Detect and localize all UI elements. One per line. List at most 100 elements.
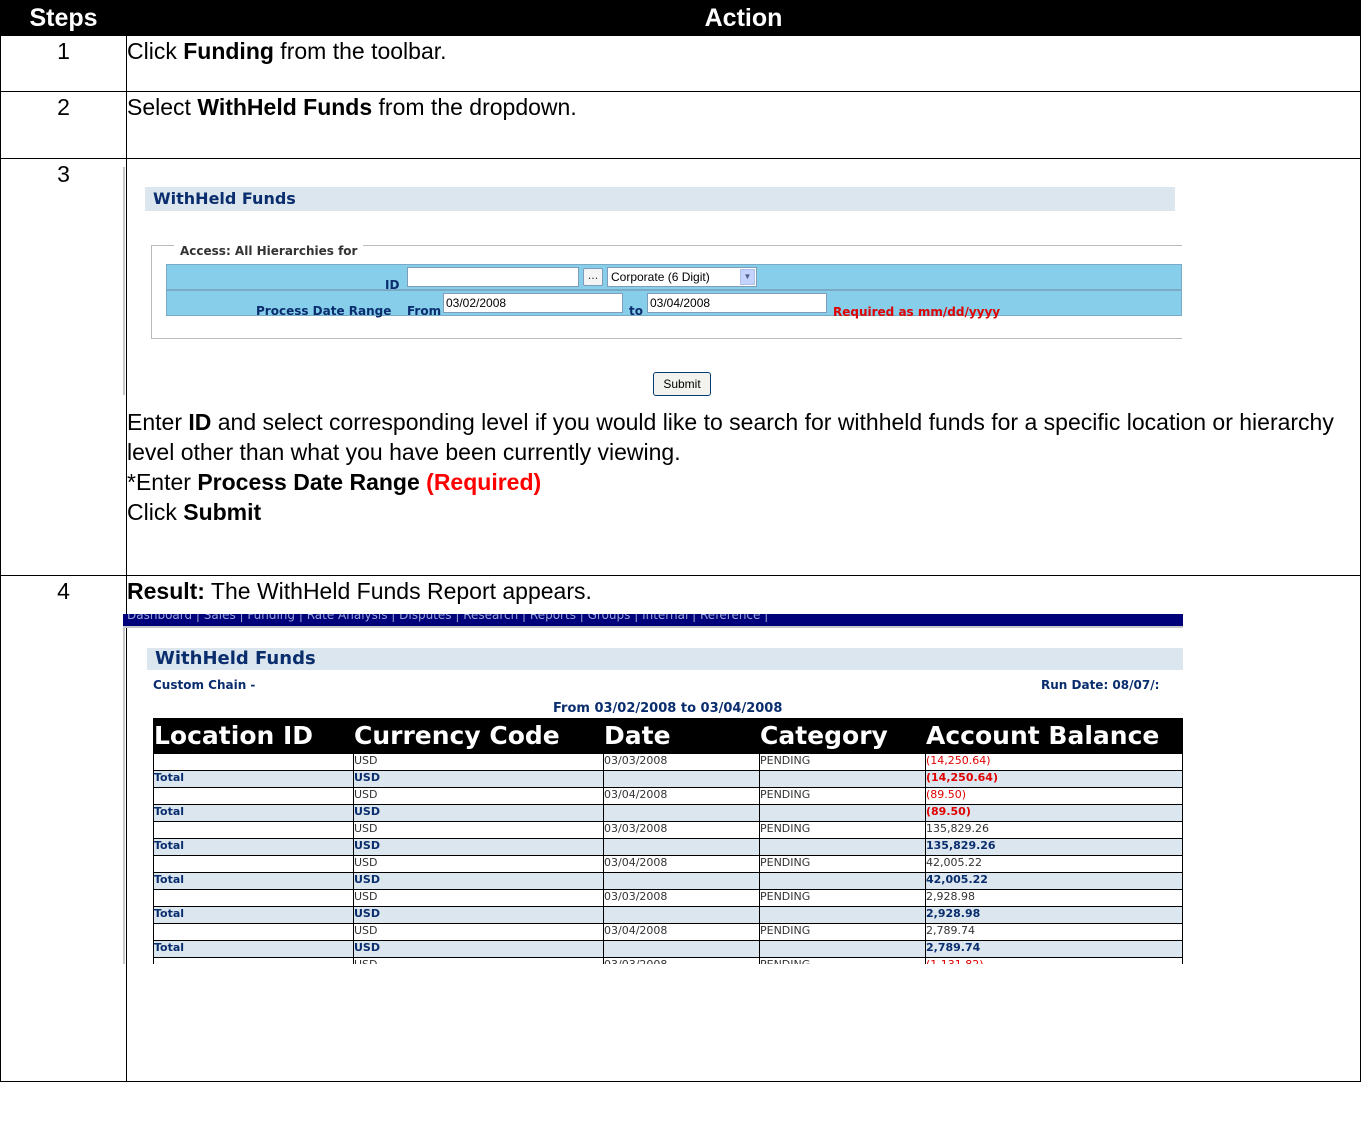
date-cell [603, 838, 760, 856]
category-cell [759, 804, 926, 822]
column-header: Category [759, 718, 926, 754]
location-id-cell: Total [153, 872, 354, 890]
instruction-keyword: ID [188, 409, 212, 435]
currency-cell: USD [353, 923, 604, 941]
currency-cell: USD [353, 787, 604, 805]
submit-button[interactable]: Submit [653, 372, 711, 396]
to-label: to [629, 304, 643, 318]
category-cell [759, 940, 926, 958]
date-cell: 03/04/2008 [603, 787, 760, 805]
withheld-funds-report-screenshot: Dashboard | Sales | Funding | Rate Analy… [123, 614, 1183, 964]
currency-cell: USD [353, 906, 604, 924]
category-cell: PENDING [759, 821, 926, 839]
balance-cell: 2,928.98 [925, 906, 1183, 924]
step3-instructions: Enter ID and select corresponding level … [127, 407, 1360, 531]
balance-cell: (89.50) [925, 804, 1183, 822]
step-action: Select WithHeld Funds from the dropdown. [126, 91, 1361, 159]
instruction-text: and select corresponding level if you wo… [127, 409, 1334, 465]
date-cell [603, 872, 760, 890]
step-number: 2 [0, 91, 127, 159]
instruction-text: Click [127, 499, 184, 525]
action-text: from the toolbar. [273, 38, 447, 64]
category-cell: PENDING [759, 957, 926, 964]
id-input[interactable] [407, 267, 579, 287]
location-id-cell [153, 787, 354, 805]
level-select-value: Corporate (6 Digit) [611, 270, 710, 284]
total-row: Total USD 42,005.22 [153, 872, 1183, 890]
currency-cell: USD [353, 804, 604, 822]
column-header: Currency Code [353, 718, 604, 754]
screen-title: WithHeld Funds [145, 187, 1175, 211]
action-keyword: Funding [183, 38, 274, 64]
currency-cell: USD [353, 770, 604, 788]
location-id-cell: Total [153, 906, 354, 924]
step-action: Click Funding from the toolbar. [126, 35, 1361, 92]
from-label: From [407, 304, 442, 318]
date-cell: 03/03/2008 [603, 889, 760, 907]
step-action: WithHeld Funds Access: All Hierarchies f… [123, 158, 1361, 576]
currency-cell: USD [353, 957, 604, 964]
currency-cell: USD [353, 838, 604, 856]
to-date-input[interactable]: 03/04/2008 [647, 293, 827, 313]
balance-cell: (89.50) [925, 787, 1183, 805]
instruction-keyword: Submit [183, 499, 262, 525]
instruction-keyword: Process Date Range [197, 469, 420, 495]
report-body: USD 03/03/2008 PENDING (14,250.64) Total USD(… [153, 753, 1183, 964]
category-cell [759, 838, 926, 856]
date-cell: 03/03/2008 [603, 957, 760, 964]
currency-cell: USD [353, 855, 604, 873]
column-header: Date [603, 718, 760, 754]
required-label: (Required) [426, 469, 542, 495]
balance-cell: 2,789.74 [925, 923, 1183, 941]
location-id-cell: Total [153, 940, 354, 958]
table-row: USD 03/04/2008 PENDING (89.50) [153, 787, 1183, 805]
result-text: The WithHeld Funds Report appears. [204, 578, 592, 604]
location-id-cell [153, 889, 354, 907]
result-label: Result: [127, 578, 205, 604]
app-toolbar: Dashboard | Sales | Funding | Rate Analy… [123, 614, 1183, 626]
action-text: Select [127, 94, 198, 120]
step-number: 4 [0, 575, 127, 1082]
instruction-line: *Enter Process Date Range (Required) [127, 467, 1360, 497]
report-title: WithHeld Funds [147, 648, 1183, 670]
instruction-text: Enter [127, 409, 189, 435]
balance-cell: (14,250.64) [925, 770, 1183, 788]
table-row: USD 03/03/2008 PENDING 135,829.26 [153, 821, 1183, 839]
step-action: Result: The WithHeld Funds Report appear… [123, 575, 1361, 1082]
location-id-cell: Total [153, 804, 354, 822]
instruction-line: Enter ID and select corresponding level … [127, 407, 1360, 467]
run-date: Run Date: 08/07/: [1041, 678, 1160, 692]
location-id-cell: Total [153, 770, 354, 788]
currency-cell: USD [353, 940, 604, 958]
date-cell [603, 770, 760, 788]
balance-cell: (14,250.64) [925, 753, 1183, 771]
category-cell: PENDING [759, 889, 926, 907]
level-select[interactable]: Corporate (6 Digit) ▼ [607, 267, 757, 287]
location-id-cell [153, 957, 354, 964]
steps-table: Steps Action 1 Click Funding from the to… [0, 0, 1361, 1082]
balance-cell: 42,005.22 [925, 872, 1183, 890]
category-cell [759, 770, 926, 788]
balance-cell: 135,829.26 [925, 821, 1183, 839]
total-row: Total USD (89.50) [153, 804, 1183, 822]
table-row: USD 03/03/2008 PENDING 2,928.98 [153, 889, 1183, 907]
date-cell: 03/04/2008 [603, 923, 760, 941]
total-row: Total USD (14,250.64) [153, 770, 1183, 788]
balance-cell: (1,131.82) [925, 957, 1183, 964]
table-row: USD 03/04/2008 PENDING 2,789.74 [153, 923, 1183, 941]
balance-cell: 135,829.26 [925, 838, 1183, 856]
category-cell [759, 906, 926, 924]
currency-cell: USD [353, 821, 604, 839]
action-text: from the dropdown. [372, 94, 577, 120]
table-row: USD 03/04/2008 PENDING 42,005.22 [153, 855, 1183, 873]
step-row-4: 4 Result: The WithHeld Funds Report appe… [0, 575, 1361, 1082]
location-id-cell: Total [153, 838, 354, 856]
date-cell: 03/03/2008 [603, 753, 760, 771]
lookup-button[interactable]: ... [583, 268, 603, 286]
balance-cell: 2,928.98 [925, 889, 1183, 907]
from-date-input[interactable]: 03/02/2008 [443, 293, 623, 313]
access-fieldset: Access: All Hierarchies for ID ... Corpo… [151, 236, 1182, 339]
steps-header: Steps [0, 0, 127, 36]
report-table: Location ID Currency Code Date Category … [153, 718, 1183, 964]
table-row: USD 03/03/2008 PENDING (14,250.64) [153, 753, 1183, 771]
